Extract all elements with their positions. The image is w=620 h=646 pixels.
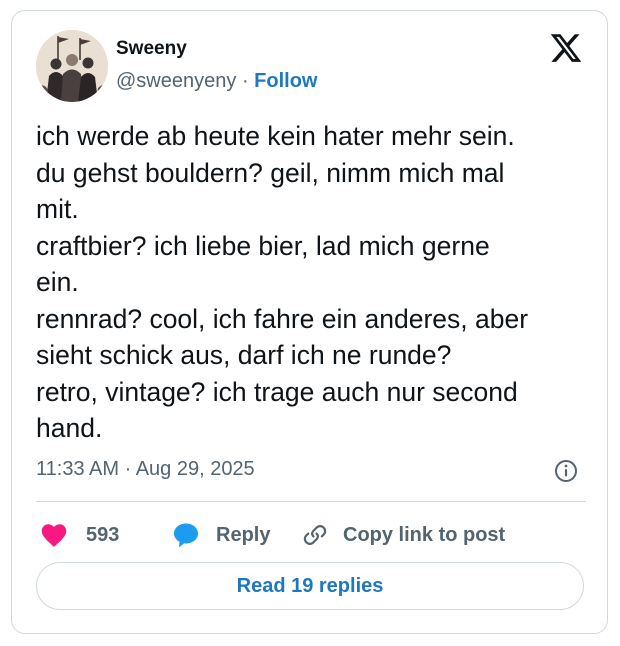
- tweet-line: du gehst bouldern? geil, nimm mich mal: [36, 157, 505, 188]
- tweet-timestamp[interactable]: 11:33 AM · Aug 29, 2025: [36, 458, 255, 481]
- tweet-line: hand.: [36, 413, 103, 443]
- avatar[interactable]: [36, 30, 108, 102]
- speech-bubble-icon: [172, 521, 200, 549]
- tweet-line: retro, vintage? ich trage auch nur secon…: [36, 376, 518, 407]
- tweet-line: craftbier? ich liebe bier, lad mich gern…: [36, 230, 490, 261]
- like-button[interactable]: 593: [40, 516, 119, 554]
- tweet-text: ich werde ab heute kein hater mehr sein.…: [36, 118, 592, 447]
- divider: [36, 501, 586, 502]
- reply-label: Reply: [216, 523, 271, 546]
- copy-link-button[interactable]: Copy link to post: [301, 516, 505, 554]
- author-name[interactable]: Sweeny: [116, 38, 187, 60]
- author-handle-row: @sweenyeny · Follow: [116, 70, 318, 93]
- tweet-line: sieht schick aus, darf ich ne runde?: [36, 340, 452, 370]
- like-count: 593: [86, 523, 120, 546]
- tweet-card: Sweeny @sweenyeny · Follow ich werde ab …: [11, 10, 608, 634]
- tweet-line: rennrad? cool, ich fahre ein anderes, ab…: [36, 303, 529, 334]
- tweet-line: ein.: [36, 267, 79, 297]
- tweet-line: mit.: [36, 194, 79, 224]
- link-icon: [301, 521, 329, 549]
- copy-link-label: Copy link to post: [343, 523, 506, 546]
- reply-button[interactable]: Reply: [172, 516, 270, 554]
- action-bar: 593 Reply Copy link to post: [36, 516, 586, 554]
- author-handle[interactable]: @sweenyeny: [116, 70, 236, 92]
- x-logo-icon[interactable]: [549, 31, 583, 65]
- follow-link[interactable]: Follow: [254, 70, 317, 92]
- avatar-illustration: [36, 30, 108, 102]
- heart-icon: [40, 522, 68, 548]
- read-replies-button[interactable]: Read 19 replies: [36, 562, 584, 610]
- tweet-line: ich werde ab heute kein hater mehr sein.: [36, 121, 515, 151]
- info-icon[interactable]: [554, 459, 578, 483]
- handle-separator: ·: [241, 70, 249, 92]
